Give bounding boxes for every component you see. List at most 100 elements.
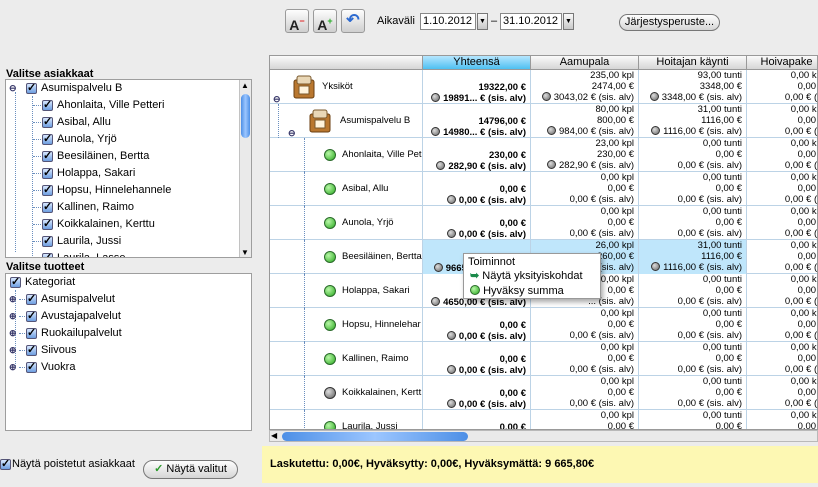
checkbox-icon[interactable]	[42, 97, 53, 114]
hoiva-cell[interactable]: 0,00 kpl 0,00 € 0,00 € (si	[747, 342, 817, 376]
row-name-cell[interactable]: Koikkalainen, Kertt	[270, 376, 423, 410]
aamupala-cell[interactable]: 0,00 kpl 0,00 € 0,00 € (sis. alv)	[531, 376, 639, 410]
checkbox-icon[interactable]	[26, 325, 37, 342]
checkbox-icon[interactable]	[42, 199, 53, 216]
column-header-hoiva[interactable]: Hoivapake	[747, 56, 817, 70]
row-name-cell[interactable]: ⊖ Asumispalvelu B	[270, 104, 423, 138]
collapse-icon[interactable]: ⊖	[288, 116, 296, 138]
refresh-button[interactable]: ↶	[341, 9, 365, 33]
hoitaja-cell[interactable]: 93,00 tunti 3348,00 € 3348,00 € (sis. al…	[639, 70, 747, 104]
hoiva-cell[interactable]: 0,00 kpl 0,00 € 0,00 € (si	[747, 172, 817, 206]
total-cell[interactable]: 230,00 € 282,90 € (sis. alv)	[423, 138, 531, 172]
scrollbar-thumb[interactable]	[282, 432, 468, 441]
checkbox-icon[interactable]	[26, 308, 37, 325]
gray-status-icon[interactable]	[324, 387, 336, 399]
green-status-icon[interactable]	[324, 149, 336, 161]
table-row[interactable]: ⊖ Asumispalvelu B 14796,00 € 14980... € …	[270, 104, 817, 138]
checkbox-icon[interactable]	[42, 250, 53, 257]
checkbox-icon[interactable]	[26, 342, 37, 359]
hoiva-cell[interactable]: 0,00 kpl 0,00 € 0,00 € (si	[747, 206, 817, 240]
expand-icon[interactable]: ⊕	[9, 328, 17, 339]
aamupala-cell[interactable]: 0,00 kpl 0,00 € 0,00 € (sis. alv)	[531, 342, 639, 376]
aamupala-cell[interactable]: 235,00 kpl 2474,00 € 3043,02 € (sis. alv…	[531, 70, 639, 104]
green-status-icon[interactable]	[324, 251, 336, 263]
hoiva-cell[interactable]: 0,00 kpl 0,00 € 0,00 € (si	[747, 104, 817, 138]
checkbox-icon[interactable]	[42, 148, 53, 165]
total-cell[interactable]: 0,00 € 0,00 € (sis. alv)	[423, 410, 531, 429]
hoitaja-cell[interactable]: 0,00 tunti 0,00 € 0,00 € (sis. alv)	[639, 172, 747, 206]
table-row[interactable]: Koikkalainen, Kertt 0,00 € 0,00 € (sis. …	[270, 376, 817, 410]
row-name-cell[interactable]: Ahonlaita, Ville Pet	[270, 138, 423, 172]
hoitaja-cell[interactable]: 0,00 tunti 0,00 € 0,00 € (sis. alv)	[639, 274, 747, 308]
column-header-aamupala[interactable]: Aamupala	[531, 56, 639, 70]
hoiva-cell[interactable]: 0,00 kpl 0,00 € 0,00 € (si	[747, 410, 817, 429]
aamupala-cell[interactable]: 23,00 kpl 230,00 € 282,90 € (sis. alv)	[531, 138, 639, 172]
aamupala-cell[interactable]: 0,00 kpl 0,00 € 0,00 € (sis. alv)	[531, 308, 639, 342]
row-name-cell[interactable]: ⊖ Yksiköt	[270, 70, 423, 104]
grid-horizontal-scrollbar[interactable]: ◀	[269, 430, 818, 442]
hoiva-cell[interactable]: 0,00 kpl 0,00 € 0,00 € (si	[747, 70, 817, 104]
row-name-cell[interactable]: Kallinen, Raimo	[270, 342, 423, 376]
total-cell[interactable]: 0,00 € 0,00 € (sis. alv)	[423, 376, 531, 410]
date-end-field[interactable]: 31.10.2012	[500, 13, 562, 30]
green-status-icon[interactable]	[324, 285, 336, 297]
table-row[interactable]: Kallinen, Raimo 0,00 € 0,00 € (sis. alv)…	[270, 342, 817, 376]
hoitaja-cell[interactable]: 0,00 tunti 0,00 € 0,00 € (sis. alv)	[639, 410, 747, 429]
hoitaja-cell[interactable]: 0,00 tunti 0,00 € 0,00 € (sis. alv)	[639, 206, 747, 240]
total-cell[interactable]: 0,00 € 0,00 € (sis. alv)	[423, 206, 531, 240]
column-header-hoitaja[interactable]: Hoitajan käynti	[639, 56, 747, 70]
green-status-icon[interactable]	[324, 353, 336, 365]
table-row[interactable]: Laurila, Jussi 0,00 € 0,00 € (sis. alv) …	[270, 410, 817, 429]
row-name-cell[interactable]: Beesiläinen, Bertta	[270, 240, 423, 274]
scroll-down-icon[interactable]: ▼	[241, 248, 249, 257]
row-name-cell[interactable]: Laurila, Jussi	[270, 410, 423, 429]
hoiva-cell[interactable]: 0,00 kpl 0,00 € 0,00 € (si	[747, 240, 817, 274]
table-row[interactable]: Hopsu, Hinnelehar 0,00 € 0,00 € (sis. al…	[270, 308, 817, 342]
hoitaja-cell[interactable]: 0,00 tunti 0,00 € 0,00 € (sis. alv)	[639, 376, 747, 410]
checkbox-icon[interactable]	[26, 80, 37, 97]
hoiva-cell[interactable]: 0,00 kpl 0,00 € 0,00 € (si	[747, 308, 817, 342]
table-row[interactable]: ⊖ Yksiköt 19322,00 € 19891... € (sis. al…	[270, 70, 817, 104]
hoitaja-cell[interactable]: 31,00 tunti 1116,00 € 1116,00 € (sis. al…	[639, 104, 747, 138]
row-name-cell[interactable]: Holappa, Sakari	[270, 274, 423, 308]
scroll-up-icon[interactable]: ▲	[241, 81, 249, 90]
scrollbar-thumb[interactable]	[241, 94, 250, 138]
date-start-picker-button[interactable]: ▼	[477, 13, 488, 30]
collapse-icon[interactable]: ⊖	[273, 82, 281, 104]
date-start-field[interactable]: 1.10.2012	[420, 13, 476, 30]
customer-tree-scrollbar[interactable]: ▲ ▼	[239, 80, 251, 257]
checkbox-icon[interactable]	[42, 216, 53, 233]
checkbox-icon[interactable]	[42, 114, 53, 131]
green-status-icon[interactable]	[324, 319, 336, 331]
hoiva-cell[interactable]: 0,00 kpl 0,00 € 0,00 € (si	[747, 274, 817, 308]
aamupala-cell[interactable]: 0,00 kpl 0,00 € 0,00 € (sis. alv)	[531, 410, 639, 429]
checkbox-icon[interactable]	[10, 274, 21, 291]
font-increase-button[interactable]: A+	[313, 9, 337, 33]
checkbox-icon[interactable]	[26, 291, 37, 308]
table-row[interactable]: Asibal, Allu 0,00 € 0,00 € (sis. alv) 0,…	[270, 172, 817, 206]
checkbox-icon[interactable]	[42, 165, 53, 182]
checkbox-icon[interactable]	[0, 456, 11, 473]
total-cell[interactable]: 19322,00 € 19891... € (sis. alv)	[423, 70, 531, 104]
checkbox-icon[interactable]	[42, 131, 53, 148]
total-cell[interactable]: 14796,00 € 14980... € (sis. alv)	[423, 104, 531, 138]
row-name-cell[interactable]: Hopsu, Hinnelehar	[270, 308, 423, 342]
checkbox-icon[interactable]	[42, 182, 53, 199]
checkbox-icon[interactable]	[42, 233, 53, 250]
table-row[interactable]: Ahonlaita, Ville Pet 230,00 € 282,90 € (…	[270, 138, 817, 172]
menu-item-show-details[interactable]: ➥ Näytä yksityiskohdat	[470, 269, 583, 284]
menu-item-approve-sum[interactable]: Hyväksy summa	[470, 284, 564, 299]
aamupala-cell[interactable]: 80,00 kpl 800,00 € 984,00 € (sis. alv)	[531, 104, 639, 138]
hoitaja-cell[interactable]: 0,00 tunti 0,00 € 0,00 € (sis. alv)	[639, 308, 747, 342]
total-cell[interactable]: 0,00 € 0,00 € (sis. alv)	[423, 172, 531, 206]
column-header-name[interactable]	[270, 56, 423, 70]
date-end-picker-button[interactable]: ▼	[563, 13, 574, 30]
total-cell[interactable]: 0,00 € 0,00 € (sis. alv)	[423, 342, 531, 376]
aamupala-cell[interactable]: 0,00 kpl 0,00 € 0,00 € (sis. alv)	[531, 206, 639, 240]
expand-icon[interactable]: ⊕	[9, 362, 17, 373]
hoitaja-cell[interactable]: 31,00 tunti 1116,00 € 1116,00 € (sis. al…	[639, 240, 747, 274]
column-header-total[interactable]: Yhteensä	[423, 56, 531, 70]
hoiva-cell[interactable]: 0,00 kpl 0,00 € 0,00 € (si	[747, 376, 817, 410]
scroll-left-icon[interactable]: ◀	[271, 431, 277, 440]
expand-icon[interactable]: ⊕	[9, 294, 17, 305]
